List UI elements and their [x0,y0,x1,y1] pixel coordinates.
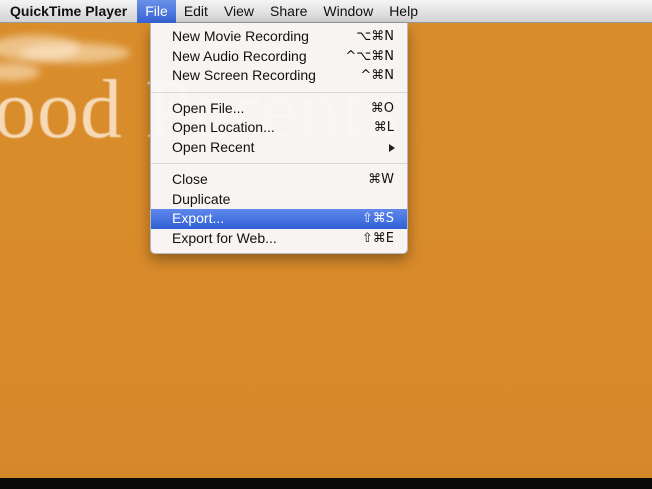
menu-item-shortcut: ^⌘N [360,68,394,83]
menu-item-open-recent[interactable]: Open Recent [151,138,407,158]
menu-item-label: Duplicate [172,190,231,207]
menu-item-shortcut: ⌘L [373,120,394,135]
menu-item-open-location[interactable]: Open Location... ⌘L [151,118,407,138]
menu-item-label: Export for Web... [172,229,277,246]
menu-item-close[interactable]: Close ⌘W [151,170,407,190]
menu-item-export[interactable]: Export... ⇧⌘S [151,209,407,229]
menu-item-label: New Movie Recording [172,28,309,44]
menu-item-new-screen-recording[interactable]: New Screen Recording ^⌘N [151,66,407,86]
menu-item-shortcut: ^⌥⌘N [345,48,394,64]
menu-item-label: Close [172,171,208,187]
background-cloud [20,43,130,63]
menu-item-export-for-web[interactable]: Export for Web... ⇧⌘E [151,229,407,249]
menu-item-label: New Screen Recording [172,67,316,83]
menu-item-label: Open Recent [172,138,255,155]
menu-item-label: New Audio Recording [172,47,307,64]
menu-edit[interactable]: Edit [176,0,216,23]
menu-separator [151,91,407,93]
menu-item-label: Open Location... [172,119,275,135]
menu-item-new-movie-recording[interactable]: New Movie Recording ⌥⌘N [151,27,407,47]
menu-file[interactable]: File [137,0,176,23]
menu-separator [151,163,407,164]
menu-item-open-file[interactable]: Open File... ⌘O [151,99,407,119]
file-menu-dropdown: New Movie Recording ⌥⌘N New Audio Record… [150,23,408,254]
menu-help[interactable]: Help [381,0,426,23]
menu-share[interactable]: Share [262,0,315,23]
menu-item-shortcut: ⌘W [368,172,394,187]
menu-item-new-audio-recording[interactable]: New Audio Recording ^⌥⌘N [151,47,407,67]
menu-app-name[interactable]: QuickTime Player [0,0,137,23]
menu-item-shortcut: ⇧⌘E [361,230,394,246]
menu-item-label: Open File... [172,99,245,116]
menu-window[interactable]: Window [315,0,381,23]
menu-item-label: Export... [172,210,225,226]
menu-view[interactable]: View [216,0,262,23]
menu-item-shortcut: ⌘O [370,100,394,116]
bottom-bar [0,478,652,489]
menu-bar: QuickTime Player File Edit View Share Wi… [0,0,652,23]
menu-item-shortcut: ⇧⌘S [361,211,394,226]
menu-item-shortcut: ⌥⌘N [356,29,394,44]
menu-item-duplicate[interactable]: Duplicate [151,190,407,210]
submenu-arrow-icon [389,143,395,152]
